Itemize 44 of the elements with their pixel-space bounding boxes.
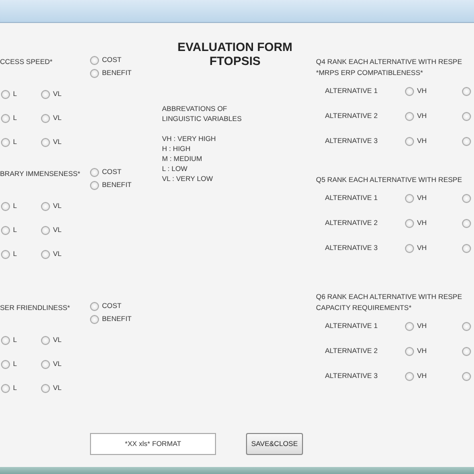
radio-button[interactable] <box>41 360 50 368</box>
radio-button[interactable] <box>405 372 414 381</box>
radio-button[interactable] <box>462 244 471 253</box>
radio-button[interactable] <box>462 347 471 356</box>
radio-button[interactable] <box>1 250 10 258</box>
radio-button[interactable] <box>1 384 10 392</box>
radio-button[interactable] <box>90 69 99 78</box>
radio-button[interactable] <box>462 219 471 228</box>
radio-button[interactable] <box>90 315 99 324</box>
radio-button[interactable] <box>405 244 414 253</box>
radio-button[interactable] <box>462 194 471 203</box>
radio-button[interactable] <box>41 202 50 210</box>
radio-button[interactable] <box>1 114 10 122</box>
radio-button[interactable] <box>41 336 50 344</box>
radio-button[interactable] <box>41 90 50 98</box>
radio-button[interactable] <box>462 137 471 146</box>
radio-button[interactable] <box>1 90 10 98</box>
radio-button[interactable] <box>405 322 414 331</box>
radio-button[interactable] <box>1 360 10 368</box>
radio-button[interactable] <box>405 137 414 146</box>
radio-button[interactable] <box>462 87 471 96</box>
radio-button[interactable] <box>41 226 50 234</box>
radio-button[interactable] <box>405 219 414 228</box>
radio-button[interactable] <box>462 372 471 381</box>
radio-button[interactable] <box>1 138 10 146</box>
radio-button[interactable] <box>1 336 10 344</box>
radio-button[interactable] <box>90 302 99 311</box>
radio-button[interactable] <box>1 202 10 210</box>
radio-button[interactable] <box>90 168 99 177</box>
radio-button[interactable] <box>462 322 471 331</box>
radio-button[interactable] <box>41 114 50 122</box>
radio-button[interactable] <box>41 384 50 392</box>
radio-button[interactable] <box>462 112 471 121</box>
form-title: EVALUATION FORM <box>176 40 294 54</box>
radio-button[interactable] <box>41 138 50 146</box>
radio-button[interactable] <box>41 250 50 258</box>
radio-button[interactable] <box>90 56 99 65</box>
radio-button[interactable] <box>405 347 414 356</box>
radio-button[interactable] <box>405 87 414 96</box>
radio-button[interactable] <box>405 112 414 121</box>
radio-button[interactable] <box>90 181 99 190</box>
radio-button[interactable] <box>1 226 10 234</box>
radio-button[interactable] <box>405 194 414 203</box>
form-title: FTOPSIS <box>208 54 262 68</box>
